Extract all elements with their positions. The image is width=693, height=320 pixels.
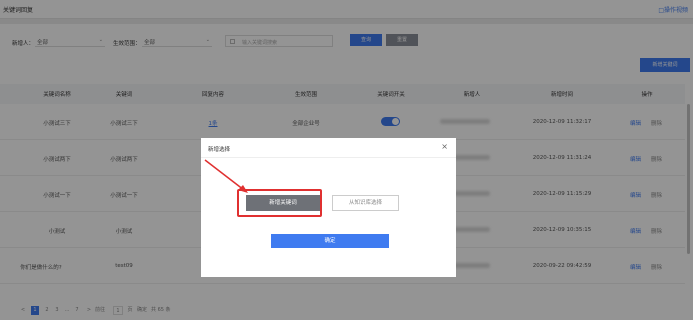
knowledge-base-option-button[interactable]: 从知识库选择 <box>332 195 399 211</box>
dialog-confirm-button[interactable]: 确定 <box>271 234 389 248</box>
dialog-title: 新增选择 <box>208 147 231 153</box>
close-icon[interactable]: × <box>441 142 448 151</box>
highlight-box <box>237 189 322 217</box>
divider <box>201 157 456 158</box>
